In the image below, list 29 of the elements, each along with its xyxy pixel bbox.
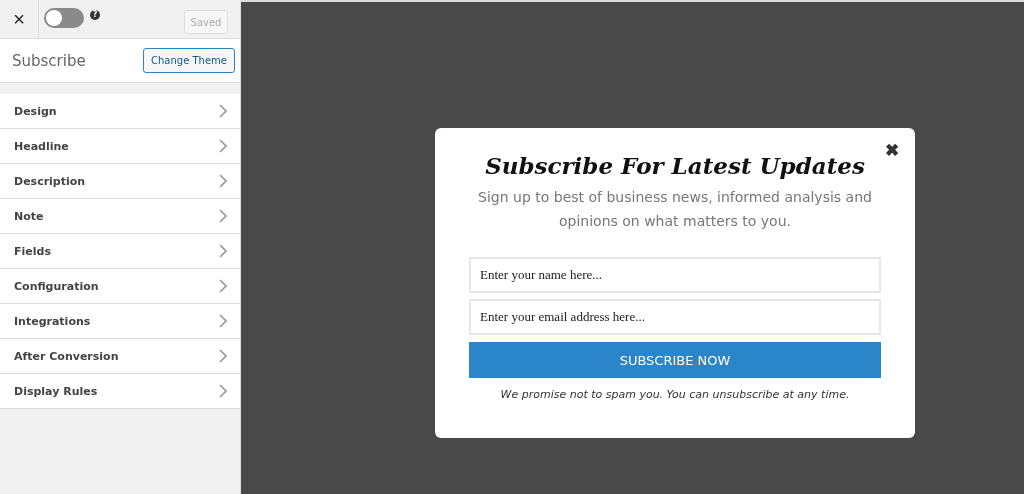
menu-item[interactable]: Fields [0,234,240,269]
menu-item[interactable]: Note [0,199,240,234]
menu-item[interactable]: Description [0,164,240,199]
help-icon[interactable]: ? [90,10,100,20]
chevron-icon [219,349,227,363]
chevron-icon [219,174,227,188]
chevron-icon [219,314,227,328]
menu-item[interactable]: Design [0,94,240,129]
input-field[interactable]: Enter your email address here... [469,299,881,335]
popup-headline: Subscribe For Latest Updates [485,152,865,179]
toggle-switch[interactable] [44,8,84,28]
input-field[interactable]: Enter your name here... [469,257,881,293]
subscribe-button[interactable]: SUBSCRIBE NOW [469,342,881,378]
close-button[interactable]: ✖ [885,140,899,161]
menu-item[interactable]: Display Rules [0,374,240,409]
chevron-icon [219,384,227,398]
change-theme-button[interactable]: Change Theme [143,48,235,73]
chevron-icon [219,104,227,118]
popup-note: We promise not to spam you. You can unsubscribe at any time. [500,388,850,401]
menu-item[interactable]: Headline [0,129,240,164]
menu-item[interactable]: After Conversion [0,339,240,374]
menu-item[interactable]: Configuration [0,269,240,304]
menu-item[interactable]: Integrations [0,304,240,339]
chevron-icon [219,209,227,223]
chevron-icon [219,279,227,293]
panel-title: Subscribe [12,51,86,70]
chevron-icon [219,244,227,258]
chevron-icon [219,139,227,153]
popup-description: Sign up to best of business news, informed analysis and opinions on what matters to you. [477,188,873,231]
